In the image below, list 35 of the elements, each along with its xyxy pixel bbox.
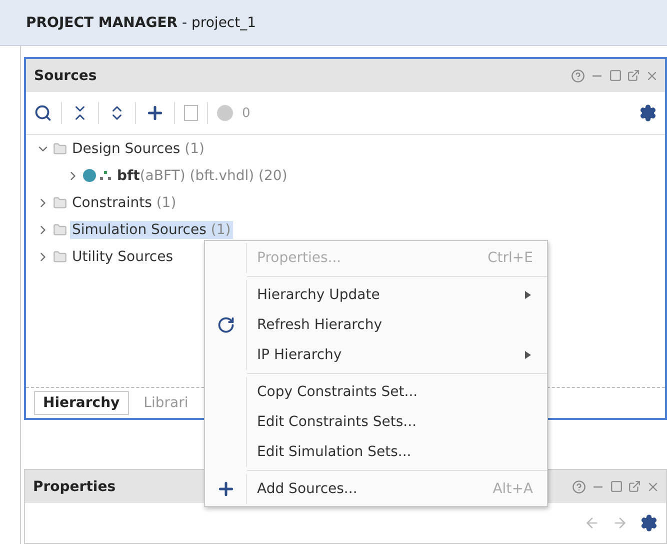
panel-title: Properties xyxy=(33,478,116,494)
forward-icon[interactable] xyxy=(612,515,628,531)
menu-item[interactable]: Copy Constraints Set... xyxy=(205,377,547,407)
maximize-icon[interactable] xyxy=(610,480,623,492)
menu-item[interactable]: Add Sources... Alt+A xyxy=(205,474,547,504)
tree-item[interactable]: Design Sources (1) xyxy=(70,140,206,158)
tree-item[interactable]: Simulation Sources (1) xyxy=(70,220,233,238)
folder-icon xyxy=(53,222,67,236)
status-dot-icon xyxy=(217,105,233,121)
window-title: PROJECT MANAGER - project_1 xyxy=(26,14,256,30)
help-icon[interactable] xyxy=(571,68,585,82)
refresh-icon xyxy=(216,316,234,334)
status-dot-icon xyxy=(83,169,96,182)
menu-item[interactable]: Refresh Hierarchy xyxy=(205,310,547,340)
folder-icon xyxy=(53,196,67,210)
folder-icon xyxy=(53,250,67,264)
folder-icon xyxy=(53,142,67,156)
float-icon[interactable] xyxy=(627,68,640,82)
maximize-icon[interactable] xyxy=(609,68,622,82)
panel-title: Sources xyxy=(34,68,97,84)
search-icon[interactable] xyxy=(34,104,52,122)
menu-item[interactable]: IP Hierarchy xyxy=(205,340,547,370)
menu-item[interactable]: Edit Constraints Sets... xyxy=(205,407,547,437)
tree-item[interactable]: bft(aBFT) (bft.vhdl) (20) xyxy=(115,166,290,184)
count-label: 0 xyxy=(242,106,250,120)
back-icon[interactable] xyxy=(584,515,600,531)
float-icon[interactable] xyxy=(628,480,641,492)
add-icon[interactable] xyxy=(145,103,165,123)
help-icon[interactable] xyxy=(572,480,586,494)
tree-item[interactable]: Utility Sources xyxy=(70,248,176,266)
menu-item[interactable]: Edit Simulation Sets... xyxy=(205,437,547,467)
hierarchy-icon xyxy=(99,170,112,180)
tab[interactable]: Hierarchy xyxy=(34,391,129,415)
tree-item[interactable]: Constraints (1) xyxy=(70,194,178,212)
menu-item[interactable]: Hierarchy Update xyxy=(205,280,547,310)
